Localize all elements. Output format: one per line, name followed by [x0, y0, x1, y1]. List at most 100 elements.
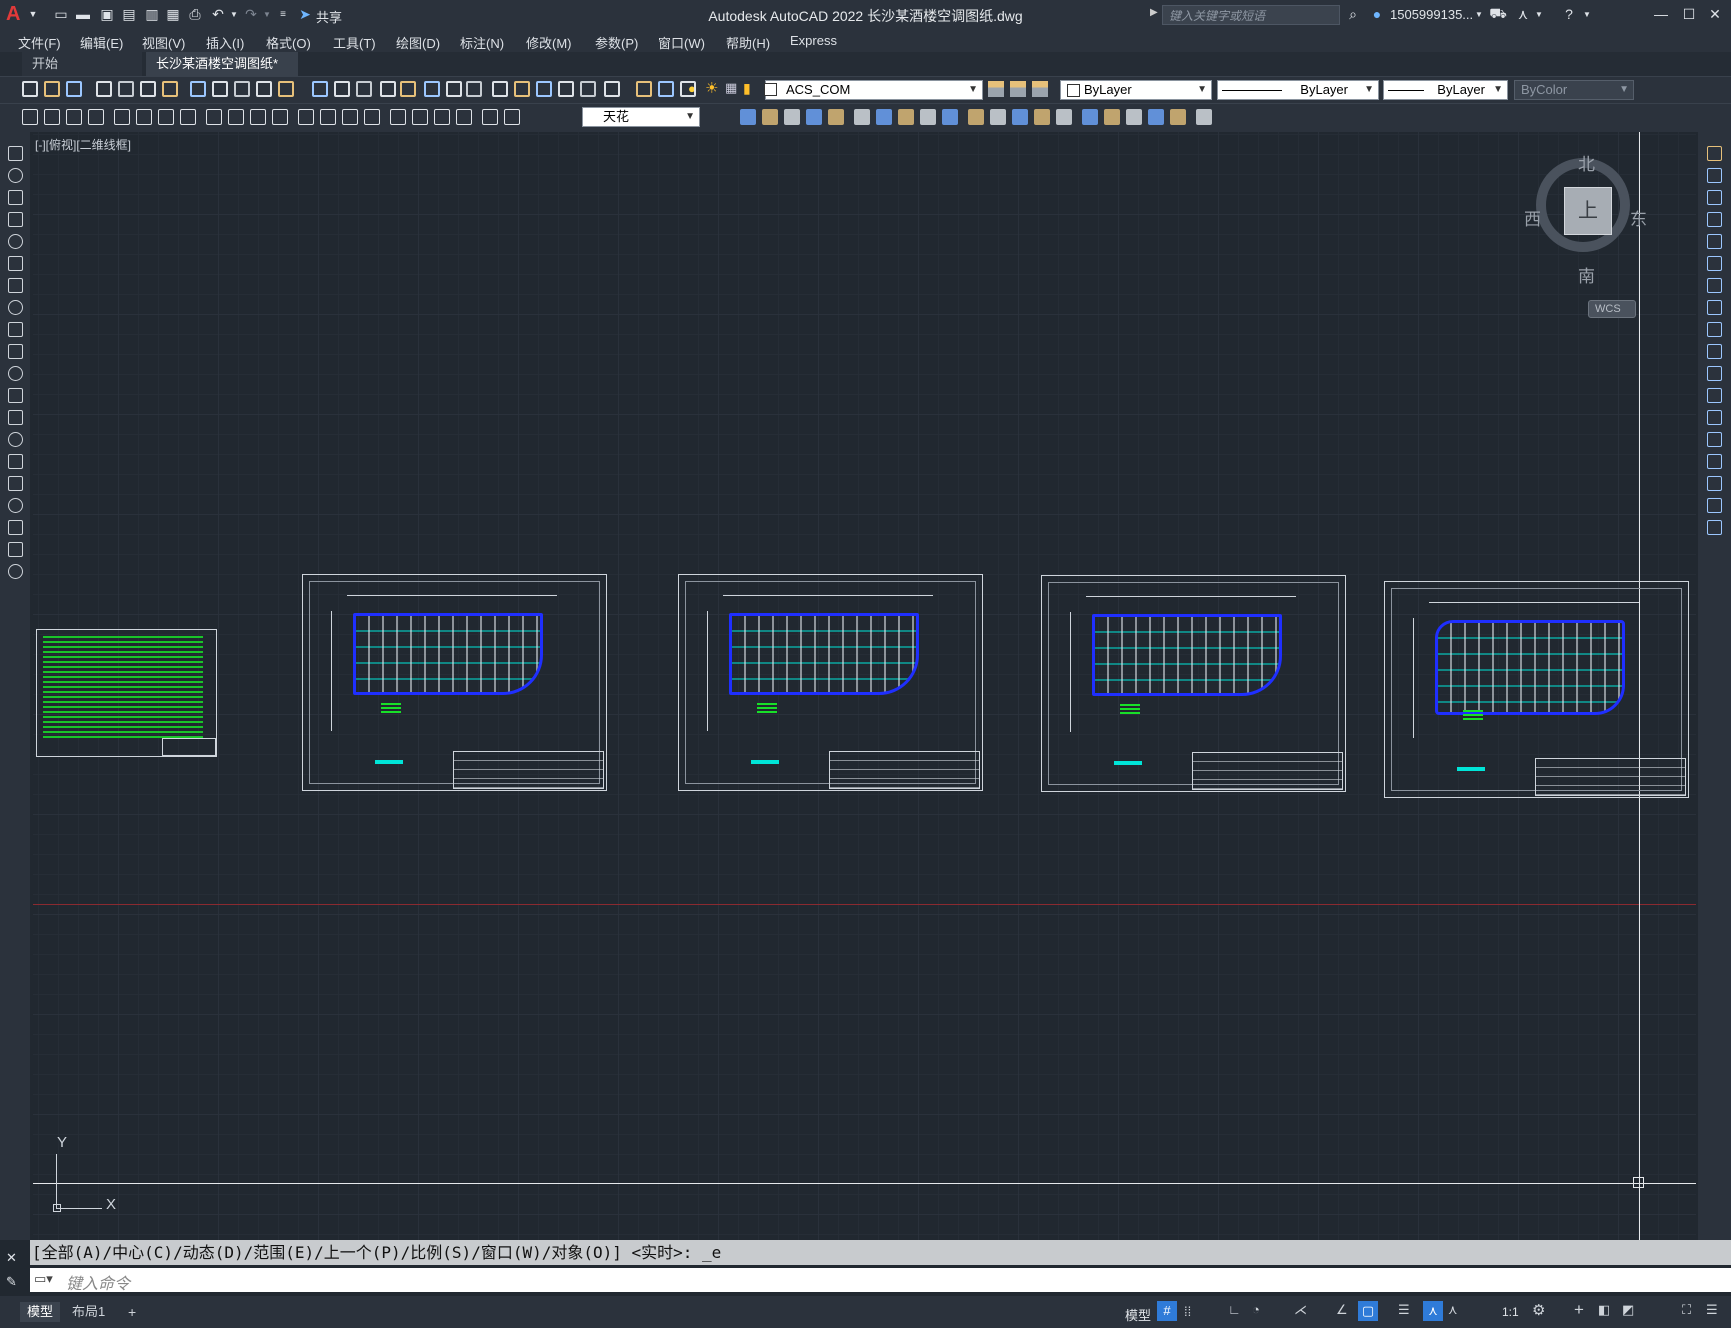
- dimension-tool-icon[interactable]: [504, 109, 520, 125]
- modify-tool-icon[interactable]: [968, 109, 984, 125]
- layer-combo[interactable]: ACS_COM ▼: [765, 80, 983, 100]
- model-space-label[interactable]: 模型: [1125, 1305, 1151, 1324]
- toolbar-tool-icon[interactable]: [446, 81, 462, 97]
- menu-view[interactable]: 视图(V): [142, 33, 185, 52]
- modify-tool-icon[interactable]: [920, 109, 936, 125]
- layer-tool-icon[interactable]: [988, 81, 1004, 97]
- viewcube[interactable]: 上 北 南 西 东 WCS: [1524, 150, 1647, 320]
- modify-tool-icon[interactable]: [740, 109, 756, 125]
- toolbar-tool-icon[interactable]: [278, 81, 294, 97]
- modify-tool-icon[interactable]: [806, 109, 822, 125]
- toolbar-tool-icon[interactable]: [118, 81, 134, 97]
- dimension-tool-icon[interactable]: [250, 109, 266, 125]
- modify-tool-icon[interactable]: [1707, 146, 1722, 161]
- modify-tool-icon[interactable]: [1707, 476, 1722, 491]
- modify-tool-icon[interactable]: [1148, 109, 1164, 125]
- dimension-tool-icon[interactable]: [180, 109, 196, 125]
- drawing-canvas[interactable]: [-][俯视][二维线框] Y X: [33, 132, 1696, 1240]
- toolbar-tool-icon[interactable]: [312, 81, 328, 97]
- toolbar-tool-icon[interactable]: [558, 81, 574, 97]
- isolate-objects-icon[interactable]: ◧: [1598, 1302, 1610, 1318]
- toolbar-tool-icon[interactable]: [356, 81, 372, 97]
- toolbar-tool-icon[interactable]: [636, 81, 652, 97]
- toolbar-tool-icon[interactable]: [424, 81, 440, 97]
- toolbar-tool-icon[interactable]: [212, 81, 228, 97]
- floor-plan-sheet[interactable]: [1384, 581, 1689, 798]
- draw-tool-icon[interactable]: [8, 256, 23, 271]
- modify-tool-icon[interactable]: [1707, 520, 1722, 535]
- compass-south[interactable]: 南: [1578, 262, 1595, 287]
- sun-icon[interactable]: ☀: [705, 79, 718, 97]
- draw-tool-icon[interactable]: [8, 168, 23, 183]
- cart-icon[interactable]: ⛟: [1489, 5, 1507, 23]
- floor-plan-sheet[interactable]: [678, 574, 983, 791]
- dimension-tool-icon[interactable]: [364, 109, 380, 125]
- draw-tool-icon[interactable]: [8, 520, 23, 535]
- app-dropdown-icon[interactable]: ▼: [1530, 5, 1548, 23]
- toolbar-tool-icon[interactable]: [256, 81, 272, 97]
- lock-icon[interactable]: ▮: [743, 80, 751, 97]
- linetype-combo[interactable]: ByLayer ▼: [1217, 80, 1379, 100]
- modify-tool-icon[interactable]: [1707, 410, 1722, 425]
- layer-tool-icon[interactable]: [1010, 81, 1026, 97]
- draw-tool-icon[interactable]: [8, 542, 23, 557]
- lineweight-combo[interactable]: ByLayer ▼: [1383, 80, 1508, 100]
- modify-tool-icon[interactable]: [828, 109, 844, 125]
- toolbar-tool-icon[interactable]: [190, 81, 206, 97]
- tab-drawing[interactable]: 长沙某酒楼空调图纸*: [146, 52, 298, 76]
- minimize-icon[interactable]: —: [1652, 5, 1670, 23]
- compass-west[interactable]: 西: [1524, 205, 1541, 230]
- search-expand-icon[interactable]: ▶: [1150, 7, 1158, 18]
- modify-tool-icon[interactable]: [1126, 109, 1142, 125]
- draw-tool-icon[interactable]: [8, 212, 23, 227]
- dimension-tool-icon[interactable]: [412, 109, 428, 125]
- dimension-tool-icon[interactable]: [44, 109, 60, 125]
- toolbar-tool-icon[interactable]: [658, 81, 674, 97]
- annotation-scale[interactable]: 1:1: [1502, 1305, 1519, 1319]
- toolbar-tool-icon[interactable]: [96, 81, 112, 97]
- user-dropdown-icon[interactable]: ▼: [1470, 5, 1488, 23]
- modify-tool-icon[interactable]: [1707, 498, 1722, 513]
- notes-sheet[interactable]: [36, 629, 217, 757]
- draw-tool-icon[interactable]: [8, 190, 23, 205]
- dimension-tool-icon[interactable]: [298, 109, 314, 125]
- command-input[interactable]: ▭▾ 键入命令: [30, 1268, 1731, 1293]
- toolbar-tool-icon[interactable]: [22, 81, 38, 97]
- modify-tool-icon[interactable]: [1170, 109, 1186, 125]
- menu-modify[interactable]: 修改(M): [526, 33, 572, 52]
- modify-tool-icon[interactable]: [854, 109, 870, 125]
- draw-tool-icon[interactable]: [8, 454, 23, 469]
- draw-tool-icon[interactable]: [8, 432, 23, 447]
- toolbar-tool-icon[interactable]: [536, 81, 552, 97]
- viewcube-top-face[interactable]: 上: [1564, 187, 1612, 235]
- dimension-tool-icon[interactable]: [66, 109, 82, 125]
- draw-tool-icon[interactable]: [8, 564, 23, 579]
- toolbar-tool-icon[interactable]: [400, 81, 416, 97]
- freeze-viewport-icon[interactable]: ▦: [725, 80, 737, 96]
- dimension-tool-icon[interactable]: [88, 109, 104, 125]
- search-icon[interactable]: ⌕: [1344, 5, 1362, 23]
- draw-tool-icon[interactable]: [8, 146, 23, 161]
- customize-status-icon[interactable]: ☰: [1706, 1302, 1718, 1318]
- modify-tool-icon[interactable]: [1707, 300, 1722, 315]
- modify-tool-icon[interactable]: [942, 109, 958, 125]
- modify-tool-icon[interactable]: [1056, 109, 1072, 125]
- user-icon[interactable]: ●: [1368, 5, 1386, 23]
- draw-tool-icon[interactable]: [8, 410, 23, 425]
- help-dropdown-icon[interactable]: ▼: [1578, 5, 1596, 23]
- maximize-icon[interactable]: ☐: [1680, 5, 1698, 23]
- modify-tool-icon[interactable]: [1707, 256, 1722, 271]
- draw-tool-icon[interactable]: [8, 344, 23, 359]
- tab-model[interactable]: 模型: [20, 1302, 60, 1322]
- command-close-icon[interactable]: ✕: [6, 1250, 17, 1266]
- menu-draw[interactable]: 绘图(D): [396, 33, 440, 52]
- layer2-combo[interactable]: 天花 ▼: [582, 107, 700, 127]
- annotation-visibility-icon[interactable]: ⋏: [1423, 1301, 1443, 1321]
- modify-tool-icon[interactable]: [1707, 212, 1722, 227]
- menu-parametric[interactable]: 参数(P): [595, 33, 638, 52]
- dimension-tool-icon[interactable]: [456, 109, 472, 125]
- modify-tool-icon[interactable]: [1707, 190, 1722, 205]
- menu-window[interactable]: 窗口(W): [658, 33, 705, 52]
- modify-tool-icon[interactable]: [990, 109, 1006, 125]
- draw-tool-icon[interactable]: [8, 476, 23, 491]
